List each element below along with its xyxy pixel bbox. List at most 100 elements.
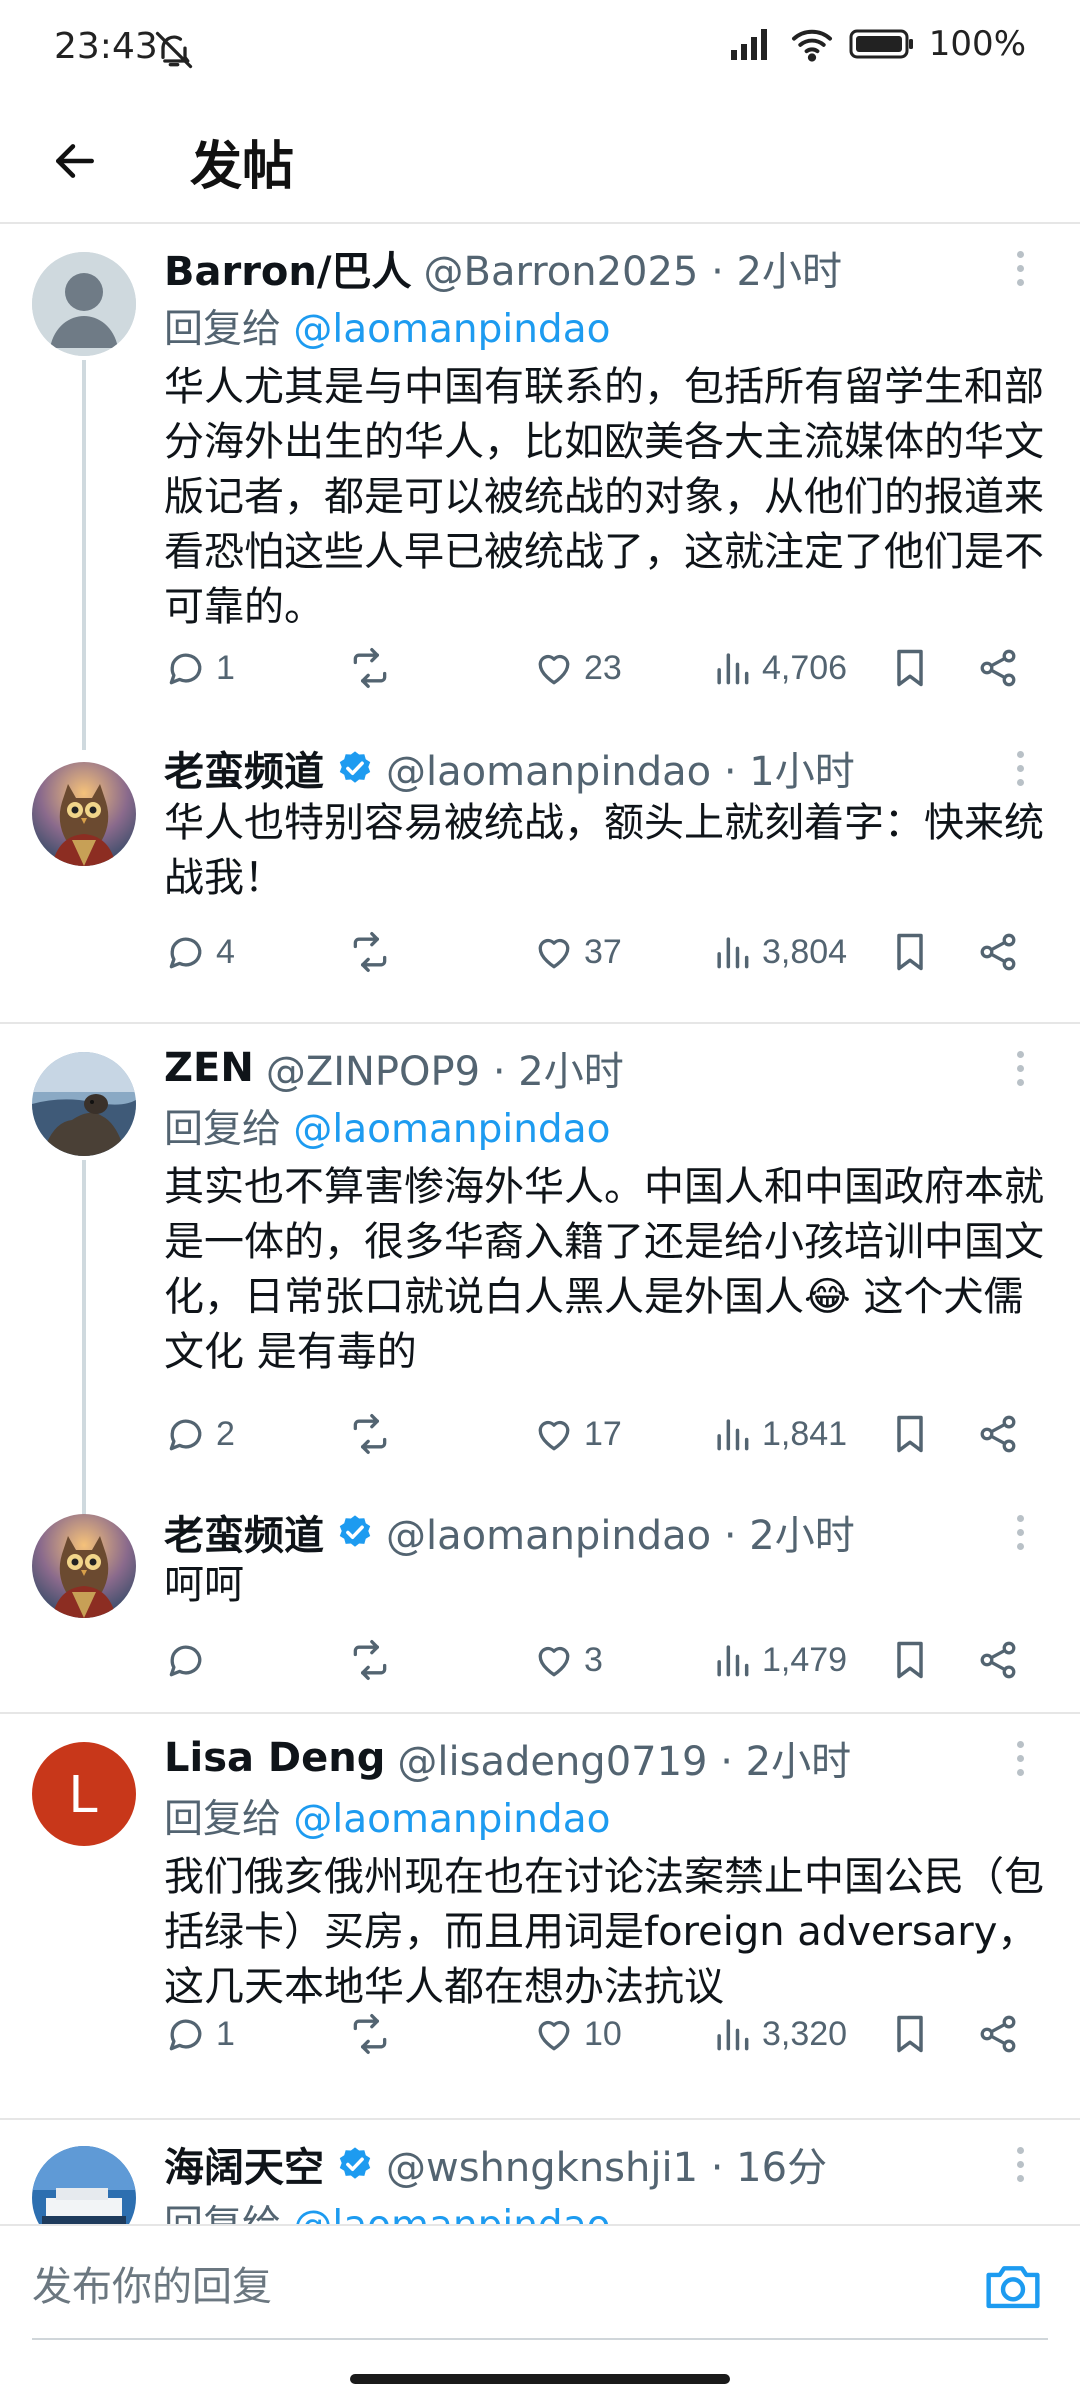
reply-to-link[interactable]: @laomanpindao [293, 2203, 610, 2224]
avatar[interactable] [32, 252, 136, 356]
camera-icon[interactable] [982, 2258, 1044, 2314]
more-options-button[interactable] [1000, 1730, 1040, 1786]
reply-to-label: 回复给 [164, 1107, 282, 1152]
like-button[interactable]: 17 [532, 1404, 622, 1464]
post[interactable]: Barron/巴人 @Barron2025 · 2小时 回复给 @laomanp… [0, 226, 1080, 750]
retweet-button[interactable] [348, 638, 400, 698]
like-count: 17 [584, 1414, 622, 1453]
author-handle: @ZINPOP9 · 2小时 [265, 1049, 624, 1095]
default-avatar-icon [32, 252, 136, 356]
author-handle: @laomanpindao · 1小时 [386, 749, 855, 795]
back-button[interactable] [42, 128, 108, 194]
reply-composer: 发布你的回复 [0, 2224, 1080, 2344]
author-name[interactable]: Barron/巴人 [164, 240, 412, 296]
share-button[interactable] [976, 1404, 1020, 1464]
reply-icon [169, 1419, 202, 1451]
like-button[interactable]: 3 [532, 1630, 603, 1690]
author-name[interactable]: 老蛮频道 [164, 740, 324, 796]
heart-icon [538, 1420, 570, 1451]
more-options-button[interactable] [1000, 240, 1040, 296]
thread-line [82, 360, 86, 750]
retweet-button[interactable] [348, 2004, 400, 2064]
post[interactable]: 海阔天空 @wshngknshji1 · 16分 回复给 @laomanpind… [0, 2120, 1080, 2224]
post-header: Barron/巴人 @Barron2025 · 2小时 [164, 240, 1000, 296]
page-title: 发帖 [190, 137, 295, 197]
views-button[interactable]: 3,320 [710, 2004, 847, 2064]
reply-to-link[interactable]: @laomanpindao [293, 307, 610, 352]
like-count: 3 [584, 1640, 603, 1679]
reply-button[interactable]: 1 [164, 638, 235, 698]
retweet-icon [353, 1640, 387, 1680]
retweet-button[interactable] [348, 1630, 400, 1690]
retweet-button[interactable] [348, 1404, 400, 1464]
action-bar: 4 37 3,804 [164, 922, 1044, 982]
avatar[interactable]: L [32, 1742, 136, 1846]
more-options-button[interactable] [1000, 740, 1040, 796]
thread-line [82, 1160, 86, 1540]
view-count: 3,320 [762, 2014, 848, 2053]
reply-icon [169, 1645, 202, 1677]
seal-avatar-image [32, 1052, 136, 1156]
like-button[interactable]: 37 [532, 922, 622, 982]
status-time: 23:43 [54, 26, 158, 67]
views-button[interactable]: 4,706 [710, 638, 847, 698]
action-bar: 3 1,479 [164, 1630, 1044, 1690]
more-options-button[interactable] [1000, 2136, 1040, 2192]
more-options-button[interactable] [1000, 1504, 1040, 1560]
retweet-button[interactable] [348, 922, 400, 982]
share-icon [980, 933, 1016, 971]
retweet-icon [353, 2014, 387, 2054]
action-bar: 2 17 1,841 [164, 1404, 1044, 1464]
status-indicators: 100% [729, 24, 1026, 64]
share-icon [980, 649, 1016, 687]
author-name[interactable]: ZEN [164, 1045, 254, 1091]
like-button[interactable]: 23 [532, 638, 622, 698]
avatar[interactable] [32, 762, 136, 866]
verified-badge-icon [339, 1515, 371, 1547]
wifi-icon [791, 29, 832, 62]
share-button[interactable] [976, 922, 1020, 982]
home-indicator[interactable] [350, 2374, 730, 2384]
reply-to-line: 回复给 @laomanpindao [164, 2194, 610, 2224]
reply-icon [169, 2019, 202, 2051]
author-name[interactable]: 海阔天空 [164, 2136, 324, 2192]
reply-button[interactable]: 4 [164, 922, 235, 982]
post-header: 海阔天空 @wshngknshji1 · 16分 [164, 2136, 1000, 2192]
share-button[interactable] [976, 1630, 1020, 1690]
post-text: 我们俄亥俄州现在也在讨论法案禁止中国公民（包括绿卡）买房，而且用词是foreig… [164, 1854, 1044, 2010]
avatar[interactable] [32, 1514, 136, 1618]
views-button[interactable]: 1,841 [710, 1404, 847, 1464]
reply-to-line: 回复给 @laomanpindao [164, 1788, 610, 1844]
views-button[interactable]: 3,804 [710, 922, 847, 982]
author-name[interactable]: 老蛮频道 [164, 1504, 324, 1560]
views-button[interactable]: 1,479 [710, 1630, 847, 1690]
reply-button[interactable]: 2 [164, 1404, 235, 1464]
post[interactable]: L Lisa Deng @lisadeng0719 · 2小时 回复给 @lao… [0, 1714, 1080, 2120]
post[interactable]: 老蛮频道 @laomanpindao · 2小时 呵呵 3 1,479 [0, 1513, 1080, 1714]
share-icon [980, 1415, 1016, 1453]
reply-button[interactable] [164, 1630, 216, 1690]
bookmark-button[interactable] [888, 922, 932, 982]
reply-input[interactable]: 发布你的回复 [32, 2254, 272, 2312]
post[interactable]: ZEN @ZINPOP9 · 2小时 回复给 @laomanpindao 其实也… [0, 1024, 1080, 1540]
share-button[interactable] [976, 2004, 1020, 2064]
like-button[interactable]: 10 [532, 2004, 622, 2064]
more-options-button[interactable] [1000, 1040, 1040, 1096]
reply-to-link[interactable]: @laomanpindao [293, 1797, 610, 1842]
bookmark-button[interactable] [888, 1404, 932, 1464]
bookmark-button[interactable] [888, 2004, 932, 2064]
author-name[interactable]: Lisa Deng [164, 1735, 385, 1781]
avatar[interactable] [32, 1052, 136, 1156]
reply-to-link[interactable]: @laomanpindao [293, 1107, 610, 1152]
bookmark-button[interactable] [888, 638, 932, 698]
avatar[interactable] [32, 2146, 136, 2224]
bookmark-button[interactable] [888, 1630, 932, 1690]
battery-percent: 100% [928, 24, 1026, 64]
like-count: 23 [584, 648, 622, 687]
reply-count: 1 [216, 648, 235, 687]
arrow-left-icon [56, 144, 94, 178]
share-button[interactable] [976, 638, 1020, 698]
mute-icon [155, 31, 193, 69]
reply-button[interactable]: 1 [164, 2004, 235, 2064]
post[interactable]: 老蛮频道 @laomanpindao · 1小时 华人也特别容易被统战，额头上就… [0, 726, 1080, 1024]
